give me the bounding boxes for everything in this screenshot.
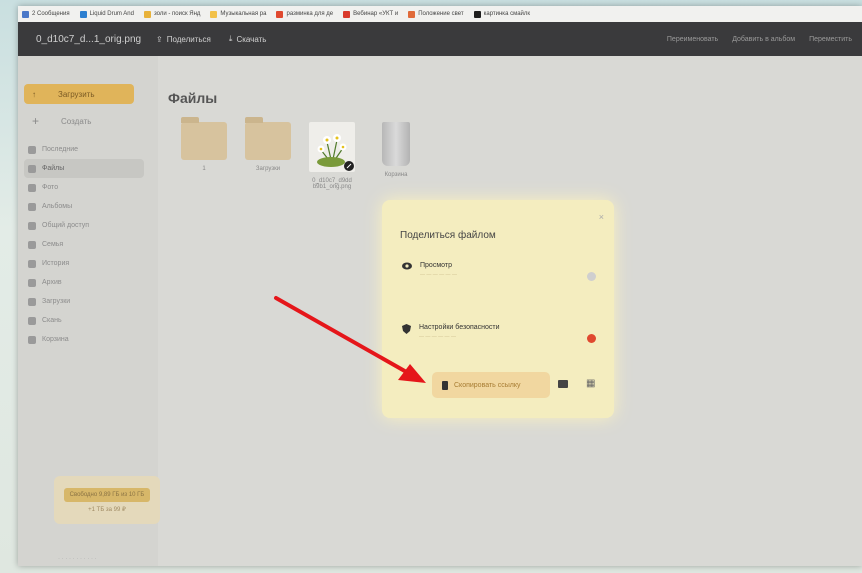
buy-storage-link[interactable]: +1 ТБ за 99 ₽ <box>88 506 126 513</box>
qr-code-icon[interactable]: ▦ <box>586 378 595 389</box>
dialog-title: Поделиться файлом <box>400 230 496 241</box>
download-button[interactable]: ⤓ Скачать <box>229 34 267 44</box>
folder-icon <box>181 117 227 160</box>
security-option-subtext: — — — — — — <box>419 334 456 340</box>
share-button[interactable]: ⇪ Поделиться <box>156 35 211 44</box>
bookmark-item[interactable]: золи - поиск Янд <box>143 10 200 18</box>
bookmark-favicon-icon <box>210 10 218 18</box>
download-icon: ⤓ <box>228 34 233 43</box>
close-icon[interactable]: × <box>599 212 604 222</box>
file-item-image[interactable]: 0_d10c7_d9dd b9b1_orig.png <box>306 122 358 190</box>
sidebar-item-icon <box>28 145 36 154</box>
bookmark-favicon-icon <box>79 10 87 18</box>
sidebar-item-icon <box>28 183 36 192</box>
view-access-option[interactable]: Просмотр — — — — — — <box>402 262 602 296</box>
bookmarks-bar: 2 Сообщения Liquid Drum And золи - поиск Я… <box>18 6 862 22</box>
sidebar: ↑ Загрузить + Создать Последние Файлы Фото… <box>18 56 160 566</box>
bookmark-item[interactable]: Liquid Drum And <box>79 10 134 18</box>
share-file-dialog: × Поделиться файлом Просмотр — — — — — —… <box>382 200 614 418</box>
sidebar-item-icon <box>28 316 36 325</box>
sidebar-item[interactable]: Файлы <box>24 159 144 178</box>
sidebar-item[interactable]: Корзина <box>24 330 144 349</box>
bookmark-favicon-icon <box>408 10 416 18</box>
sidebar-item-icon <box>28 164 36 173</box>
browser-window: 2 Сообщения Liquid Drum And золи - поиск Я… <box>18 6 862 566</box>
sidebar-item[interactable]: Фото <box>24 178 144 197</box>
sidebar-item-icon <box>28 297 36 306</box>
bookmark-favicon-icon <box>343 10 351 18</box>
trash-icon <box>382 122 410 166</box>
bookmark-item[interactable]: 2 Сообщения <box>22 10 70 18</box>
upload-icon: ↑ <box>32 89 36 99</box>
sidebar-item[interactable]: Последние <box>24 140 144 159</box>
sidebar-item[interactable]: Альбомы <box>24 197 144 216</box>
lock-icon[interactable] <box>587 334 596 343</box>
security-settings-option[interactable]: Настройки безопасности — — — — — — <box>402 324 602 358</box>
storage-bar: Свободно 9,89 ГБ из 10 ГБ <box>64 487 150 502</box>
file-item-folder-downloads[interactable]: Загрузки <box>242 117 294 190</box>
add-to-album-button[interactable]: Добавить в альбом <box>732 36 795 43</box>
mail-icon[interactable] <box>558 380 568 388</box>
sidebar-item[interactable]: Семья <box>24 235 144 254</box>
view-option-subtext: — — — — — — <box>420 272 457 278</box>
create-button[interactable]: + Создать <box>24 112 134 130</box>
bookmark-item[interactable]: Вебинар «УКТ и <box>343 10 398 18</box>
bookmark-item[interactable]: Музыкальная ра <box>210 10 266 18</box>
file-name-title: 0_d10c7_d...1_orig.png <box>36 33 142 45</box>
top-app-bar: 0_d10c7_d...1_orig.png ⇪ Поделиться ⤓ Ск… <box>18 22 862 56</box>
sidebar-nav: Последние Файлы Фото Альбомы Общий доступ Сем… <box>24 140 144 349</box>
file-item-folder-1[interactable]: 1 <box>178 117 230 190</box>
sidebar-item-icon <box>28 259 36 268</box>
shield-icon <box>402 324 411 334</box>
file-grid: 1 Загрузки 0_d10c7_d9dd b9b1_orig.png Ко… <box>178 117 422 190</box>
bookmark-item[interactable]: картинка смайлк <box>473 10 530 18</box>
bookmark-favicon-icon <box>473 10 481 18</box>
sidebar-item[interactable]: Общий доступ <box>24 216 144 235</box>
sidebar-item[interactable]: История <box>24 254 144 273</box>
share-icon: ⇪ <box>156 34 163 44</box>
move-button[interactable]: Переместить <box>809 36 852 43</box>
file-item-trash[interactable]: Корзина <box>370 122 422 190</box>
sidebar-item-icon <box>28 335 36 344</box>
image-thumbnail <box>309 122 355 172</box>
info-icon[interactable] <box>587 272 596 281</box>
sidebar-item-icon <box>28 221 36 230</box>
bookmark-favicon-icon <box>276 10 284 18</box>
bookmark-favicon-icon <box>143 10 151 18</box>
bookmark-item[interactable]: Положение свет <box>408 10 464 18</box>
link-icon <box>442 380 448 390</box>
folder-icon <box>245 117 291 160</box>
rename-button[interactable]: Переименовать <box>667 36 718 43</box>
plus-icon: + <box>32 114 40 128</box>
sidebar-item[interactable]: Архив <box>24 273 144 292</box>
sidebar-item[interactable]: Загрузки <box>24 292 144 311</box>
sidebar-item-icon <box>28 278 36 287</box>
copy-link-button[interactable]: Скопировать ссылку <box>432 372 550 398</box>
sidebar-item-icon <box>28 240 36 249</box>
bookmark-favicon-icon <box>22 10 29 18</box>
page-title: Файлы <box>168 90 218 106</box>
sidebar-item[interactable]: Скань <box>24 311 144 330</box>
sidebar-item-icon <box>28 202 36 211</box>
eye-icon <box>402 262 412 270</box>
upload-button[interactable]: ↑ Загрузить <box>24 84 134 104</box>
bookmark-item[interactable]: разминка для де <box>276 10 333 18</box>
footer-text: · · · · · · · · · · · <box>58 556 97 562</box>
storage-widget: Свободно 9,89 ГБ из 10 ГБ +1 ТБ за 99 ₽ <box>54 476 160 524</box>
